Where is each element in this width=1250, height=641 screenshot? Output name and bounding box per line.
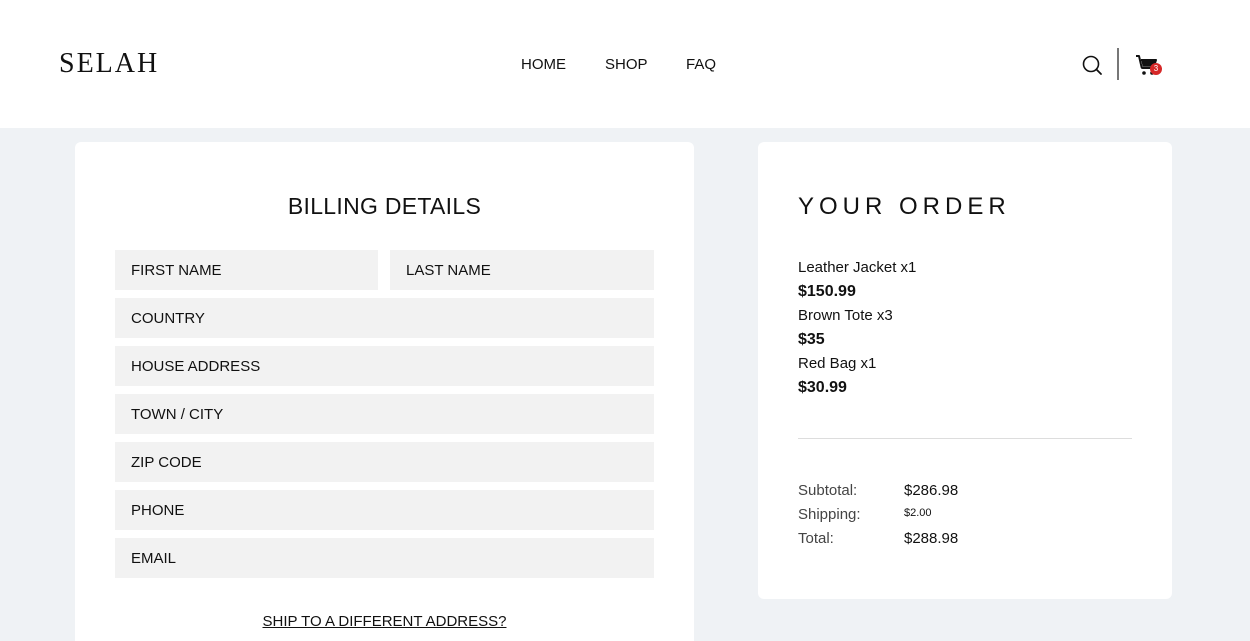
header-divider xyxy=(1117,48,1119,80)
order-summary-card: YOUR ORDER Leather Jacket x1 $150.99 Bro… xyxy=(758,142,1172,599)
email-field[interactable] xyxy=(115,538,654,578)
total-row: Total: $288.98 xyxy=(798,530,1132,554)
house-address-field[interactable] xyxy=(115,346,654,386)
shipping-row: Shipping: $2.00 xyxy=(798,506,1132,530)
first-name-field[interactable] xyxy=(115,250,378,290)
ship-different-address-link[interactable]: SHIP TO A DIFFERENT ADDRESS? xyxy=(75,613,694,630)
total-value: $288.98 xyxy=(904,530,959,547)
phone-field[interactable] xyxy=(115,490,654,530)
nav-faq-link[interactable]: FAQ xyxy=(686,56,716,73)
nav-shop-link[interactable]: SHOP xyxy=(605,56,648,73)
main-nav: HOME SHOP FAQ xyxy=(0,56,1250,76)
zip-code-field[interactable] xyxy=(115,442,654,482)
shipping-label: Shipping: xyxy=(798,506,861,523)
billing-details-card: BILLING DETAILS SHIP TO A DIFFERENT ADDR… xyxy=(75,142,694,641)
nav-home-link[interactable]: HOME xyxy=(521,56,566,73)
country-field[interactable] xyxy=(115,298,654,338)
order-item-price: $30.99 xyxy=(798,379,847,396)
cart-count-badge: 3 xyxy=(1150,63,1162,75)
subtotal-value: $286.98 xyxy=(904,482,959,499)
town-city-field[interactable] xyxy=(115,394,654,434)
order-item-name: Red Bag x1 xyxy=(798,355,877,372)
order-divider xyxy=(798,438,1132,439)
subtotal-label: Subtotal: xyxy=(798,482,858,499)
order-item-price: $150.99 xyxy=(798,283,856,300)
order-title: YOUR ORDER xyxy=(798,193,1011,220)
order-item-name: Leather Jacket x1 xyxy=(798,259,917,276)
billing-title: BILLING DETAILS xyxy=(287,193,482,219)
subtotal-row: Subtotal: $286.98 xyxy=(798,482,1132,506)
order-item-price: $35 xyxy=(798,331,825,348)
last-name-field[interactable] xyxy=(390,250,654,290)
shipping-value: $2.00 xyxy=(904,507,932,519)
site-header: SELAH HOME SHOP FAQ 3 xyxy=(0,0,1250,128)
order-item-name: Brown Tote x3 xyxy=(798,307,893,324)
order-items-list: Leather Jacket x1 $150.99 Brown Tote x3 … xyxy=(798,256,1132,400)
search-icon[interactable] xyxy=(1081,54,1103,76)
total-label: Total: xyxy=(798,530,834,547)
